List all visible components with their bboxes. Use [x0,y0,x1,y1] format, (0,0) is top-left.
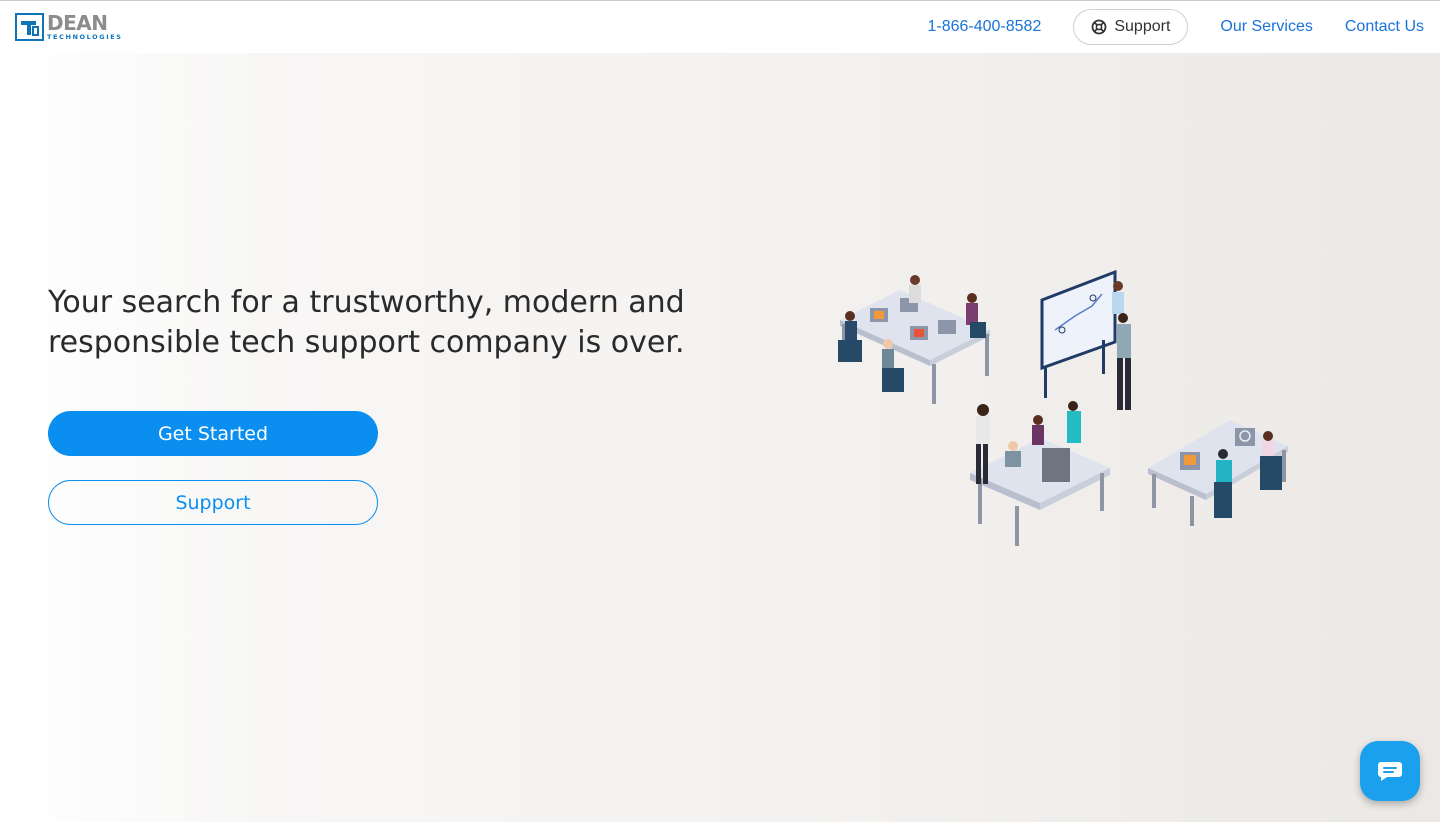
hero-support-button[interactable]: Support [48,480,378,525]
hero-headline-line-1: Your search for a trustworthy, modern an… [48,285,685,320]
office-team-illustration [838,269,1288,546]
support-nav-button[interactable]: Support [1073,9,1189,45]
brand-name: DEAN [47,11,108,36]
hero-headline: Your search for a trustworthy, modern an… [48,283,748,363]
brand-tagline: TECHNOLOGIES [47,33,123,42]
hero-headline-line-2: responsible tech support company is over… [48,325,685,360]
chat-widget-button[interactable] [1360,741,1420,801]
desk-group-center [970,401,1110,546]
site-header: DEAN TECHNOLOGIES 1-866-400-8582 Support… [0,1,1440,53]
whiteboard-group [1040,269,1131,410]
phone-link[interactable]: 1-866-400-8582 [927,18,1041,36]
contact-us-link[interactable]: Contact Us [1345,18,1424,36]
desk-group-top-left [838,275,990,404]
lifebuoy-icon [1091,19,1107,35]
get-started-button[interactable]: Get Started [48,411,378,456]
chat-bubble-icon [1378,762,1402,781]
desk-group-right [1148,420,1288,526]
brand-logo[interactable]: DEAN TECHNOLOGIES [15,13,123,41]
our-services-link[interactable]: Our Services [1220,18,1312,36]
dean-logo-mark-icon [15,13,44,41]
support-nav-label: Support [1114,18,1171,35]
main-nav: 1-866-400-8582 Support Our Services Cont… [895,1,1424,53]
